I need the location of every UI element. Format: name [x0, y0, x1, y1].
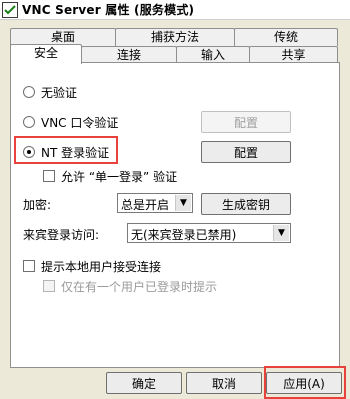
- chevron-down-icon: ▼: [273, 225, 289, 241]
- radio-no-auth[interactable]: [23, 86, 35, 98]
- prompt-accept-label: 提示本地用户接受连接: [41, 260, 162, 274]
- vnc-config-button[interactable]: 配置: [201, 111, 291, 133]
- encryption-value: 总是开启: [121, 198, 170, 212]
- nt-logon-highlight: [14, 136, 118, 164]
- tab-capture-method[interactable]: 捕获方法: [115, 28, 235, 46]
- prompt-accept-checkbox[interactable]: [23, 260, 35, 272]
- single-signon-label: 允许 “单一登录” 验证: [61, 170, 178, 184]
- title-bar: VNC Server 属性 (服务模式): [0, 0, 350, 20]
- tab-legacy[interactable]: 传统: [234, 28, 338, 46]
- prompt-only-logged-checkbox[interactable]: [43, 280, 55, 292]
- security-panel: 无验证 VNC 口令验证 配置 NT 登录验证 配置 允许 “单一登录” 验证 …: [10, 62, 340, 368]
- apply-highlight: [264, 366, 346, 399]
- encryption-select[interactable]: 总是开启 ▼: [117, 193, 193, 213]
- radio-vnc-password[interactable]: [23, 116, 35, 128]
- cancel-button[interactable]: 取消: [186, 372, 262, 394]
- tab-security[interactable]: 安全: [10, 44, 82, 64]
- prompt-only-logged-label: 仅在有一个用户已登录时提示: [61, 280, 218, 294]
- chevron-down-icon: ▼: [175, 195, 191, 211]
- window-title: VNC Server 属性 (服务模式): [22, 3, 195, 17]
- guest-login-label: 来宾登录访问:: [23, 228, 100, 242]
- generate-key-button[interactable]: 生成密钥: [201, 193, 291, 215]
- vnc-app-icon: [2, 1, 18, 18]
- encryption-label: 加密:: [23, 198, 52, 212]
- guest-login-value: 无(来宾登录已禁用): [131, 228, 237, 242]
- no-auth-label: 无验证: [41, 86, 78, 100]
- guest-login-select[interactable]: 无(来宾登录已禁用) ▼: [127, 223, 291, 243]
- ok-button[interactable]: 确定: [106, 372, 182, 394]
- nt-config-button[interactable]: 配置: [201, 141, 291, 163]
- vnc-password-label: VNC 口令验证: [41, 116, 119, 130]
- single-signon-checkbox[interactable]: [43, 170, 55, 182]
